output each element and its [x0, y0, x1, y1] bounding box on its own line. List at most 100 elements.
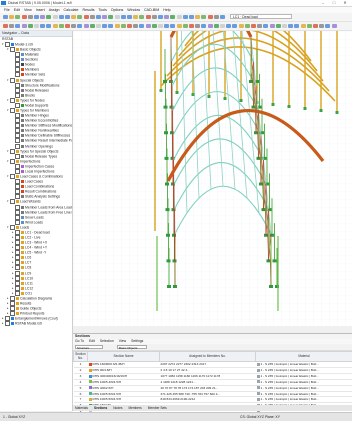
toolbar-tool-icon[interactable] — [15, 15, 20, 19]
toolbar-tool-icon[interactable] — [77, 24, 82, 28]
toolbar-tool-icon[interactable] — [146, 15, 151, 19]
toolbar-tool-icon[interactable] — [108, 15, 113, 19]
toolbar-tool-icon[interactable] — [313, 24, 318, 28]
minimize-button[interactable]: – — [318, 0, 328, 6]
toolbar-tool-icon[interactable] — [9, 24, 14, 28]
toolbar-tool-icon[interactable] — [177, 15, 182, 19]
toolbar-tool-icon[interactable] — [108, 24, 113, 28]
toolbar-tool-icon[interactable] — [208, 24, 213, 28]
toolbar-tool-icon[interactable] — [59, 24, 64, 28]
toolbar-tool-icon[interactable] — [294, 24, 299, 28]
column-header-no[interactable]: Section No. — [74, 352, 88, 362]
table-row[interactable]: 3RHS 400/400/16/16/16/H1077 1082 1158 11… — [74, 373, 352, 379]
close-button[interactable]: ✕ — [340, 0, 350, 6]
toolbar-tool-icon[interactable] — [121, 15, 126, 19]
navigator-item[interactable]: ▸RSTAB Model.rs9 — [0, 321, 72, 326]
toolbar-tool-icon[interactable] — [288, 24, 293, 28]
toolbar-tool-icon[interactable] — [96, 24, 101, 28]
toolbar-tool-icon[interactable] — [301, 24, 306, 28]
toolbar-tool-icon[interactable] — [28, 24, 33, 28]
toolbar-tool-icon[interactable] — [146, 24, 151, 28]
toolbar-tool-icon[interactable] — [158, 24, 163, 28]
toolbar-tool-icon[interactable] — [102, 24, 107, 28]
toolbar-tool-icon[interactable] — [152, 15, 157, 19]
toolbar-tool-icon[interactable] — [177, 24, 182, 28]
toolbar-tool-icon[interactable] — [170, 15, 175, 19]
toolbar-tool-icon[interactable] — [195, 15, 200, 19]
model-viewport[interactable] — [73, 31, 352, 326]
toolbar-tool-icon[interactable] — [201, 24, 206, 28]
toolbar-tool-icon[interactable] — [307, 24, 312, 28]
toolbar-tool-icon[interactable] — [53, 15, 58, 19]
toolbar-tool-icon[interactable] — [3, 15, 8, 19]
toolbar-tool-icon[interactable] — [201, 15, 206, 19]
basic-objects-dropdown[interactable]: Basic Objects — [117, 345, 147, 349]
toolbar-tool-icon[interactable] — [189, 24, 194, 28]
toolbar-tool-icon[interactable] — [15, 24, 20, 28]
tab-nodes[interactable]: Nodes — [113, 406, 122, 410]
toolbar-tool-icon[interactable] — [65, 15, 70, 19]
structure-dropdown[interactable]: Structure — [75, 345, 103, 349]
sections-menu-selection[interactable]: Selection — [100, 339, 114, 343]
sections-menu-settings[interactable]: Settings — [131, 339, 143, 343]
toolbar-tool-icon[interactable] — [40, 15, 45, 19]
toolbar-tool-icon[interactable] — [164, 15, 169, 19]
toolbar-tool-icon[interactable] — [71, 15, 76, 19]
toolbar-tool-icon[interactable] — [3, 24, 8, 28]
toolbar-tool-icon[interactable] — [133, 15, 138, 19]
toolbar-tool-icon[interactable] — [22, 24, 27, 28]
toolbar-tool-icon[interactable] — [90, 24, 95, 28]
toolbar-tool-icon[interactable] — [325, 24, 330, 28]
toolbar-tool-icon[interactable] — [22, 15, 27, 19]
structure-model-graphic[interactable] — [73, 31, 352, 326]
toolbar-tool-icon[interactable] — [214, 24, 219, 28]
toolbar-tool-icon[interactable] — [102, 15, 107, 19]
toolbar-tool-icon[interactable] — [127, 24, 132, 28]
visibility-checkbox[interactable] — [5, 321, 10, 326]
toolbar-tool-icon[interactable] — [232, 24, 237, 28]
toolbar-tool-icon[interactable] — [276, 24, 281, 28]
toolbar-tool-icon[interactable] — [239, 24, 244, 28]
toolbar-tool-icon[interactable] — [46, 15, 51, 19]
toolbar-tool-icon[interactable] — [96, 15, 101, 19]
toolbar-tool-icon[interactable] — [84, 15, 89, 19]
toolbar-tool-icon[interactable] — [170, 24, 175, 28]
toolbar-tool-icon[interactable] — [71, 24, 76, 28]
toolbar-tool-icon[interactable] — [270, 24, 275, 28]
toolbar-tool-icon[interactable] — [245, 24, 250, 28]
toolbar-tool-icon[interactable] — [139, 15, 144, 19]
loadcase-select[interactable]: LC1 · Dead load — [230, 14, 292, 19]
toolbar-tool-icon[interactable] — [90, 15, 95, 19]
toolbar-tool-icon[interactable] — [332, 24, 337, 28]
maximize-button[interactable]: □ — [329, 0, 339, 6]
toolbar-tool-icon[interactable] — [319, 24, 324, 28]
tab-materials[interactable]: Materials — [75, 406, 88, 410]
toolbar-tool-icon[interactable] — [34, 15, 39, 19]
toolbar-tool-icon[interactable] — [220, 24, 225, 28]
toolbar-tool-icon[interactable] — [53, 24, 58, 28]
toolbar-tool-icon[interactable] — [189, 15, 194, 19]
toolbar-tool-icon[interactable] — [158, 15, 163, 19]
toolbar-tool-icon[interactable] — [28, 15, 33, 19]
toolbar-tool-icon[interactable] — [115, 15, 120, 19]
toolbar-tool-icon[interactable] — [282, 24, 287, 28]
sections-menu-view[interactable]: View — [119, 339, 126, 343]
toolbar-tool-icon[interactable] — [183, 15, 188, 19]
toolbar-tool-icon[interactable] — [139, 24, 144, 28]
toolbar-tool-icon[interactable] — [226, 24, 231, 28]
column-header-name[interactable]: Section Name — [88, 352, 160, 362]
toolbar-tool-icon[interactable] — [115, 24, 120, 28]
tab-sections[interactable]: Sections — [94, 406, 107, 410]
toolbar-tool-icon[interactable] — [164, 24, 169, 28]
toolbar-tool-icon[interactable] — [152, 24, 157, 28]
toolbar-tool-icon[interactable] — [133, 24, 138, 28]
toolbar-tool-icon[interactable] — [84, 24, 89, 28]
toolbar-tool-icon[interactable] — [257, 24, 262, 28]
toolbar-tool-icon[interactable] — [65, 24, 70, 28]
sections-menu-go-to[interactable]: Go To — [75, 339, 84, 343]
toolbar-tool-icon[interactable] — [220, 15, 225, 19]
toolbar-tool-icon[interactable] — [9, 15, 14, 19]
toolbar-tool-icon[interactable] — [121, 24, 126, 28]
toolbar-tool-icon[interactable] — [46, 24, 51, 28]
toolbar-tool-icon[interactable] — [214, 15, 219, 19]
